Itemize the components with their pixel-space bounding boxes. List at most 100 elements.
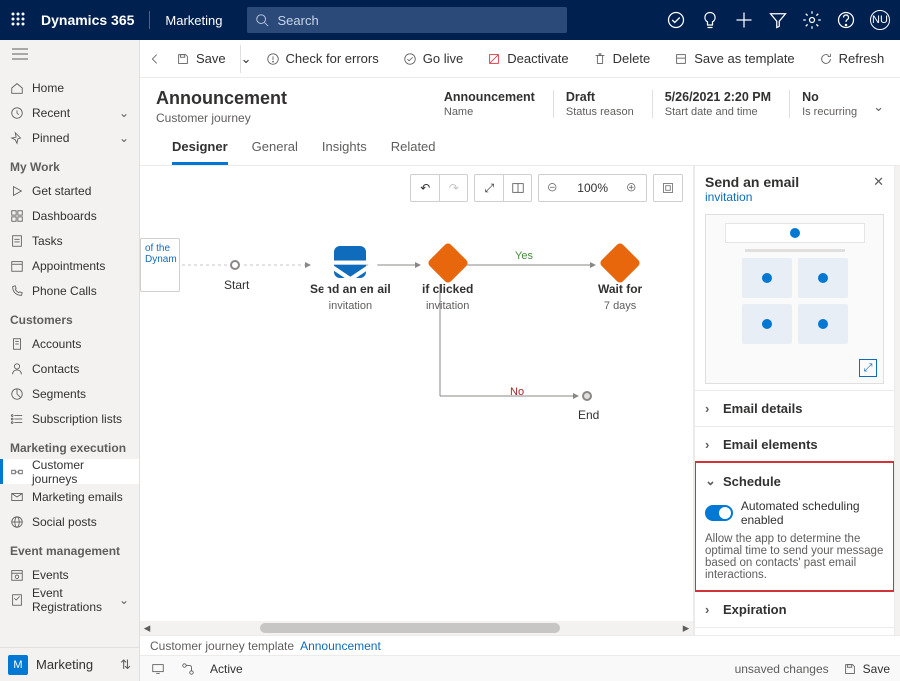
preview-card: [742, 258, 792, 298]
scroll-thumb[interactable]: [260, 623, 560, 633]
gear-icon[interactable]: [802, 10, 822, 30]
footer-save-button[interactable]: Save: [843, 662, 890, 676]
status-bar: Active unsaved changes Save: [140, 655, 900, 681]
header-field-name[interactable]: AnnouncementName: [444, 90, 535, 118]
save-as-template-button[interactable]: Save as template: [664, 45, 804, 73]
nav-segments[interactable]: Segments: [0, 381, 139, 406]
header-field-startdate[interactable]: 5/26/2021 2:20 PMStart date and time: [652, 90, 771, 118]
node-wait-for[interactable]: Wait for 7 days: [598, 248, 642, 312]
tab-insights[interactable]: Insights: [322, 139, 367, 165]
filter-icon[interactable]: [768, 10, 788, 30]
lightbulb-icon[interactable]: [700, 10, 720, 30]
area-switcher[interactable]: M Marketing ⇅: [0, 647, 139, 681]
ghost-audience-tile[interactable]: of the Dynam: [140, 238, 180, 292]
canvas-hscrollbar[interactable]: ◂ ▸: [140, 621, 693, 635]
search-icon: [255, 13, 269, 27]
nav-get-started[interactable]: Get started: [0, 178, 139, 203]
expand-preview-button[interactable]: ⤢: [859, 359, 877, 377]
tab-designer[interactable]: Designer: [172, 139, 228, 165]
node-end[interactable]: [582, 391, 592, 401]
breadcrumb-root[interactable]: Customer journey template: [150, 639, 294, 653]
nav-home-label: Home: [32, 81, 64, 95]
schedule-label: Schedule: [723, 474, 781, 489]
page-header: Announcement Customer journey Announceme…: [140, 78, 900, 166]
nav-event-registrations[interactable]: Event Registrations⌄: [0, 587, 139, 612]
nav-customer-journeys[interactable]: Customer journeys: [0, 459, 139, 484]
scroll-right-icon[interactable]: ▸: [679, 621, 693, 635]
nav-accounts[interactable]: Accounts: [0, 331, 139, 356]
nav-marketing-emails[interactable]: Marketing emails: [0, 484, 139, 509]
nav-pinned[interactable]: Pinned⌄: [0, 125, 139, 150]
area-label: Marketing: [36, 657, 93, 672]
section-description[interactable]: ›Description: [695, 628, 894, 635]
add-icon[interactable]: [734, 10, 754, 30]
header-field-status[interactable]: DraftStatus reason: [553, 90, 634, 118]
nav-dashboards[interactable]: Dashboards: [0, 203, 139, 228]
node-send-email[interactable]: Send an email invitation: [310, 246, 391, 312]
nav-home[interactable]: Home: [0, 75, 139, 100]
nav-marketing-emails-label: Marketing emails: [32, 490, 123, 504]
segment-icon: [10, 387, 24, 401]
save-button[interactable]: Save: [166, 45, 236, 73]
end-icon: [582, 391, 592, 401]
entity-type-label: Customer journey: [156, 111, 287, 125]
journey-canvas[interactable]: ↶↷ ⤢ 100% of: [140, 166, 694, 635]
email-title: Send an email: [310, 282, 391, 296]
save-split-button[interactable]: ⌄: [240, 45, 252, 73]
help-icon[interactable]: [836, 10, 856, 30]
header-field-recurring[interactable]: NoIs recurring: [789, 90, 857, 118]
section-email-details[interactable]: ›Email details: [695, 391, 894, 426]
device-icon[interactable]: [150, 661, 166, 677]
section-expiration[interactable]: ›Expiration: [695, 592, 894, 627]
node-if-clicked[interactable]: if clicked invitation: [422, 248, 473, 312]
user-avatar[interactable]: NU: [870, 10, 890, 30]
breadcrumb-current[interactable]: Announcement: [300, 639, 381, 653]
node-start[interactable]: [230, 260, 240, 270]
preview-card: [798, 304, 848, 344]
refresh-label: Refresh: [839, 51, 885, 66]
deactivate-button[interactable]: Deactivate: [477, 45, 578, 73]
global-search[interactable]: [247, 7, 567, 33]
panel-scrollbar[interactable]: [894, 166, 900, 635]
nav-tasks[interactable]: Tasks: [0, 228, 139, 253]
task-icon: [10, 234, 24, 248]
section-email-elements[interactable]: ›Email elements: [695, 427, 894, 462]
tab-related[interactable]: Related: [391, 139, 436, 165]
nav-customer-journeys-label: Customer journeys: [32, 458, 129, 486]
status-state: Active: [210, 662, 243, 676]
back-button[interactable]: [148, 45, 162, 73]
nav-contacts[interactable]: Contacts: [0, 356, 139, 381]
panel-subtitle-link[interactable]: invitation: [705, 190, 799, 204]
refresh-button[interactable]: Refresh: [809, 45, 895, 73]
tab-general[interactable]: General: [252, 139, 298, 165]
app-launcher-icon[interactable]: [10, 11, 26, 30]
delete-icon: [593, 52, 607, 66]
nav-phone-calls[interactable]: Phone Calls: [0, 278, 139, 303]
preview-dot-icon: [818, 319, 828, 329]
dashboard-icon: [10, 209, 24, 223]
waitfor-sub: 7 days: [604, 300, 636, 312]
nav-appointments[interactable]: Appointments: [0, 253, 139, 278]
nav-recent[interactable]: Recent⌄: [0, 100, 139, 125]
template-icon: [674, 52, 688, 66]
automated-scheduling-toggle[interactable]: Automated scheduling enabled: [705, 499, 884, 527]
nav-collapse-button[interactable]: [0, 40, 139, 71]
deactivate-label: Deactivate: [507, 51, 568, 66]
go-live-button[interactable]: Go live: [393, 45, 473, 73]
search-input[interactable]: [277, 13, 559, 28]
assistant-icon[interactable]: [666, 10, 686, 30]
delete-button[interactable]: Delete: [583, 45, 661, 73]
page-title: Announcement: [156, 88, 287, 109]
header-expand-button[interactable]: ⌄: [873, 99, 884, 115]
close-panel-button[interactable]: ✕: [873, 174, 884, 190]
preview-hero: [725, 223, 865, 243]
nav-events[interactable]: Events: [0, 562, 139, 587]
nav-subscription-lists[interactable]: Subscription lists: [0, 406, 139, 431]
scroll-left-icon[interactable]: ◂: [140, 621, 154, 635]
section-schedule-header[interactable]: ⌄Schedule: [695, 463, 894, 499]
check-errors-button[interactable]: Check for errors: [256, 45, 389, 73]
flow-icon[interactable]: [180, 661, 196, 677]
nav-appointments-label: Appointments: [32, 259, 105, 273]
deactivate-icon: [487, 52, 501, 66]
nav-social-posts[interactable]: Social posts: [0, 509, 139, 534]
